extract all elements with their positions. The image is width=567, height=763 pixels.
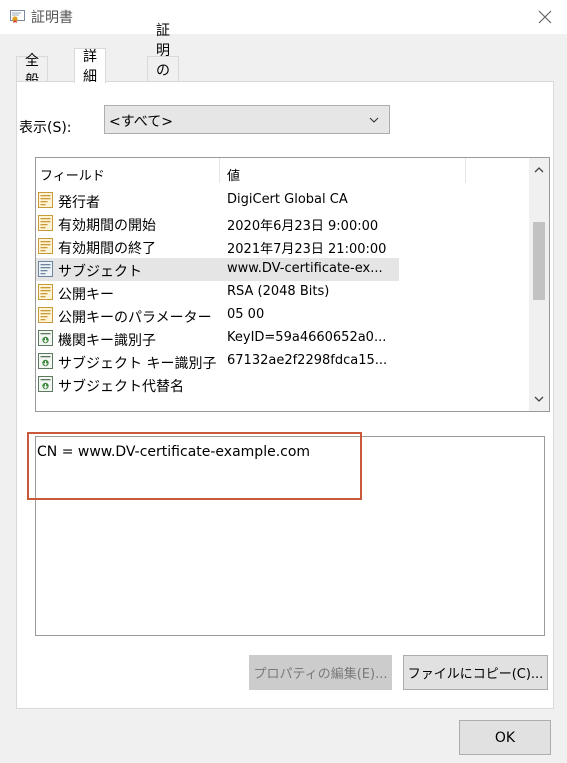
certificate-icon [10,10,25,23]
field-name: 機関キー識別子 [58,333,156,349]
scrollbar-thumb[interactable] [533,222,545,300]
edit-properties-button[interactable]: プロパティの編集(E)... [249,655,392,690]
list-item[interactable]: サブジェクト代替名 [36,373,531,396]
certificate-field-icon [38,284,53,300]
copy-to-file-button[interactable]: ファイルにコピー(C)... [403,655,548,690]
title-bar: 証明書 [0,0,567,34]
field-value: 67132ae2f2298fdca15... [227,353,388,368]
field-value: 05 00 [227,307,265,322]
extension-icon [38,330,53,346]
extension-icon [38,353,53,369]
list-item[interactable]: 発行者 DigiCert Global CA [36,189,531,212]
extension-icon [38,376,53,392]
column-header-field[interactable]: フィールド [40,165,105,184]
certificate-field-icon [38,261,53,277]
field-value: DigiCert Global CA [227,192,348,207]
certificate-field-icon [38,238,53,254]
tab-general[interactable]: 全般 [16,53,48,89]
ok-button[interactable]: OK [459,720,551,755]
highlight-annotation [27,432,362,500]
tab-details[interactable]: 詳細 [74,48,106,85]
field-name: サブジェクト [58,264,142,280]
tab-certification-path[interactable]: 証明のパス [147,23,179,119]
list-item[interactable]: 有効期間の終了 2021年7月23日 21:00:00 [36,235,531,258]
column-separator[interactable] [219,158,220,183]
field-name: サブジェクト代替名 [58,379,184,395]
field-value: 2021年7月23日 21:00:00 [227,242,387,257]
field-value: KeyID=59a4660652a0... [227,330,387,345]
field-value: RSA (2048 Bits) [227,284,330,299]
field-list[interactable]: フィールド 値 発行者 DigiCert Global CA 有効期間の開始 2… [35,157,550,412]
field-name: 公開キーのパラメーター [58,310,212,326]
field-name: 発行者 [58,195,100,211]
chevron-down-icon [534,396,544,402]
column-separator[interactable] [465,158,466,183]
vertical-scrollbar[interactable] [529,158,549,411]
chevron-down-icon [369,117,379,123]
scroll-down-button[interactable] [529,389,549,409]
column-header-value[interactable]: 値 [227,165,240,184]
show-label: 表示(S): [19,120,72,136]
field-name: サブジェクト キー識別子 [58,356,217,372]
certificate-field-icon [38,307,53,323]
list-item-selected[interactable]: サブジェクト www.DV-certificate-ex... [36,258,531,281]
window-title: 証明書 [31,10,73,26]
show-select-value: <すべて> [109,114,173,130]
field-name: 公開キー [58,287,114,303]
chevron-up-icon [534,167,544,173]
scroll-up-button[interactable] [529,160,549,180]
list-item[interactable]: 公開キーのパラメーター 05 00 [36,304,531,327]
list-item[interactable]: 機関キー識別子 KeyID=59a4660652a0... [36,327,531,350]
show-select[interactable]: <すべて> [104,105,390,134]
list-item[interactable]: 公開キー RSA (2048 Bits) [36,281,531,304]
certificate-field-icon [38,215,53,231]
field-name: 有効期間の開始 [58,218,156,234]
list-item[interactable]: 有効期間の開始 2020年6月23日 9:00:00 [36,212,531,235]
list-item[interactable]: サブジェクト キー識別子 67132ae2f2298fdca15... [36,350,531,373]
field-value: 2020年6月23日 9:00:00 [227,219,379,234]
field-name: 有効期間の終了 [58,241,156,257]
certificate-field-icon [38,192,53,208]
close-button[interactable] [523,0,567,34]
field-value: www.DV-certificate-ex... [227,261,383,276]
close-icon [538,10,552,24]
